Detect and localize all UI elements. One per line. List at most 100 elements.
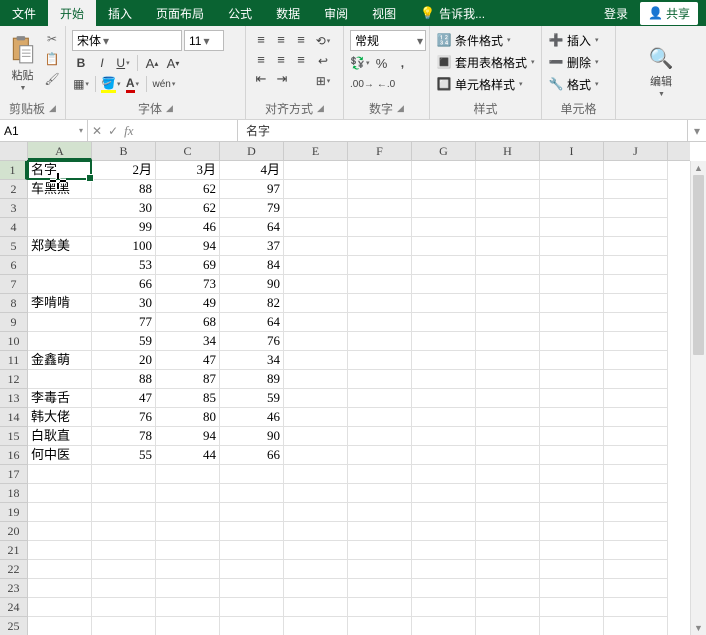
cell[interactable]: [284, 541, 348, 560]
cell[interactable]: [412, 579, 476, 598]
cell[interactable]: 69: [156, 256, 220, 275]
increase-font-button[interactable]: A▴: [143, 54, 161, 72]
cell[interactable]: [284, 275, 348, 294]
cell[interactable]: [348, 465, 412, 484]
insert-cells-button[interactable]: ➕插入▾: [548, 30, 599, 50]
accounting-format-button[interactable]: 💱▾: [350, 54, 369, 72]
column-header[interactable]: I: [540, 142, 604, 160]
cell[interactable]: 何中医: [28, 446, 92, 465]
cell[interactable]: [476, 294, 540, 313]
cell[interactable]: [540, 579, 604, 598]
cell[interactable]: [412, 389, 476, 408]
cell[interactable]: [604, 446, 668, 465]
cell[interactable]: [604, 180, 668, 199]
cell[interactable]: 郑美美: [28, 237, 92, 256]
cell[interactable]: 68: [156, 313, 220, 332]
cell[interactable]: [220, 541, 284, 560]
column-header[interactable]: J: [604, 142, 668, 160]
cell[interactable]: [604, 389, 668, 408]
cell[interactable]: [476, 427, 540, 446]
cell[interactable]: [284, 180, 348, 199]
row-header[interactable]: 14: [0, 408, 27, 427]
cell[interactable]: [604, 427, 668, 446]
tab-page-layout[interactable]: 页面布局: [144, 0, 216, 26]
cell[interactable]: [540, 294, 604, 313]
tell-me[interactable]: 💡告诉我...: [408, 0, 497, 26]
cell[interactable]: [412, 351, 476, 370]
cell[interactable]: [540, 484, 604, 503]
cell[interactable]: [476, 351, 540, 370]
cell[interactable]: [28, 275, 92, 294]
cell[interactable]: [28, 256, 92, 275]
cell[interactable]: [28, 332, 92, 351]
cell[interactable]: [604, 351, 668, 370]
cell[interactable]: 30: [92, 199, 156, 218]
cell[interactable]: [284, 465, 348, 484]
copy-button[interactable]: 📋: [43, 50, 61, 68]
cell[interactable]: 79: [220, 199, 284, 218]
expand-formula-bar[interactable]: ▾: [688, 120, 706, 142]
row-header[interactable]: 1: [0, 161, 27, 180]
tab-formulas[interactable]: 公式: [216, 0, 264, 26]
cell[interactable]: [348, 446, 412, 465]
cell[interactable]: [604, 560, 668, 579]
font-size-combo[interactable]: 11▾: [184, 30, 224, 51]
row-header[interactable]: 25: [0, 617, 27, 635]
cell[interactable]: [348, 199, 412, 218]
row-header[interactable]: 4: [0, 218, 27, 237]
cell[interactable]: [476, 199, 540, 218]
cell[interactable]: 53: [92, 256, 156, 275]
cell[interactable]: 66: [220, 446, 284, 465]
row-header[interactable]: 8: [0, 294, 27, 313]
cell[interactable]: [476, 465, 540, 484]
cell[interactable]: [284, 199, 348, 218]
cell[interactable]: [412, 199, 476, 218]
font-name-combo[interactable]: 宋体▾: [72, 30, 182, 51]
tab-view[interactable]: 视图: [360, 0, 408, 26]
cell[interactable]: [284, 484, 348, 503]
cell[interactable]: [348, 541, 412, 560]
cell[interactable]: 73: [156, 275, 220, 294]
cell[interactable]: [412, 275, 476, 294]
cell[interactable]: [412, 617, 476, 635]
cell[interactable]: [348, 294, 412, 313]
cell[interactable]: [220, 484, 284, 503]
cell[interactable]: 64: [220, 218, 284, 237]
cell[interactable]: [476, 541, 540, 560]
cell[interactable]: [604, 541, 668, 560]
comma-button[interactable]: ,: [393, 54, 411, 72]
cell[interactable]: [348, 313, 412, 332]
cell[interactable]: [348, 180, 412, 199]
scroll-down-icon[interactable]: ▼: [691, 621, 706, 635]
column-header[interactable]: B: [92, 142, 156, 160]
cell[interactable]: [156, 598, 220, 617]
cell[interactable]: [28, 503, 92, 522]
align-middle-button[interactable]: ≡: [272, 30, 290, 48]
cell[interactable]: [412, 465, 476, 484]
cell[interactable]: [540, 465, 604, 484]
select-all-corner[interactable]: [0, 142, 28, 161]
cell[interactable]: [348, 503, 412, 522]
cell[interactable]: 85: [156, 389, 220, 408]
cell[interactable]: [284, 522, 348, 541]
cell[interactable]: [540, 541, 604, 560]
cell[interactable]: [604, 332, 668, 351]
cell[interactable]: 97: [220, 180, 284, 199]
cell[interactable]: [284, 579, 348, 598]
worksheet[interactable]: ABCDEFGHIJ 12345678910111213141516171819…: [0, 142, 706, 635]
cell[interactable]: [540, 370, 604, 389]
cell[interactable]: 46: [220, 408, 284, 427]
cell[interactable]: [476, 275, 540, 294]
cell[interactable]: 62: [156, 199, 220, 218]
cell[interactable]: [348, 275, 412, 294]
orientation-button[interactable]: ⟲▾: [314, 32, 332, 50]
cell[interactable]: [476, 522, 540, 541]
cell[interactable]: [476, 560, 540, 579]
cell[interactable]: 55: [92, 446, 156, 465]
cell[interactable]: [476, 598, 540, 617]
cell[interactable]: [284, 389, 348, 408]
cell[interactable]: [476, 256, 540, 275]
cell[interactable]: [348, 617, 412, 635]
cell[interactable]: [348, 351, 412, 370]
cell[interactable]: [28, 218, 92, 237]
